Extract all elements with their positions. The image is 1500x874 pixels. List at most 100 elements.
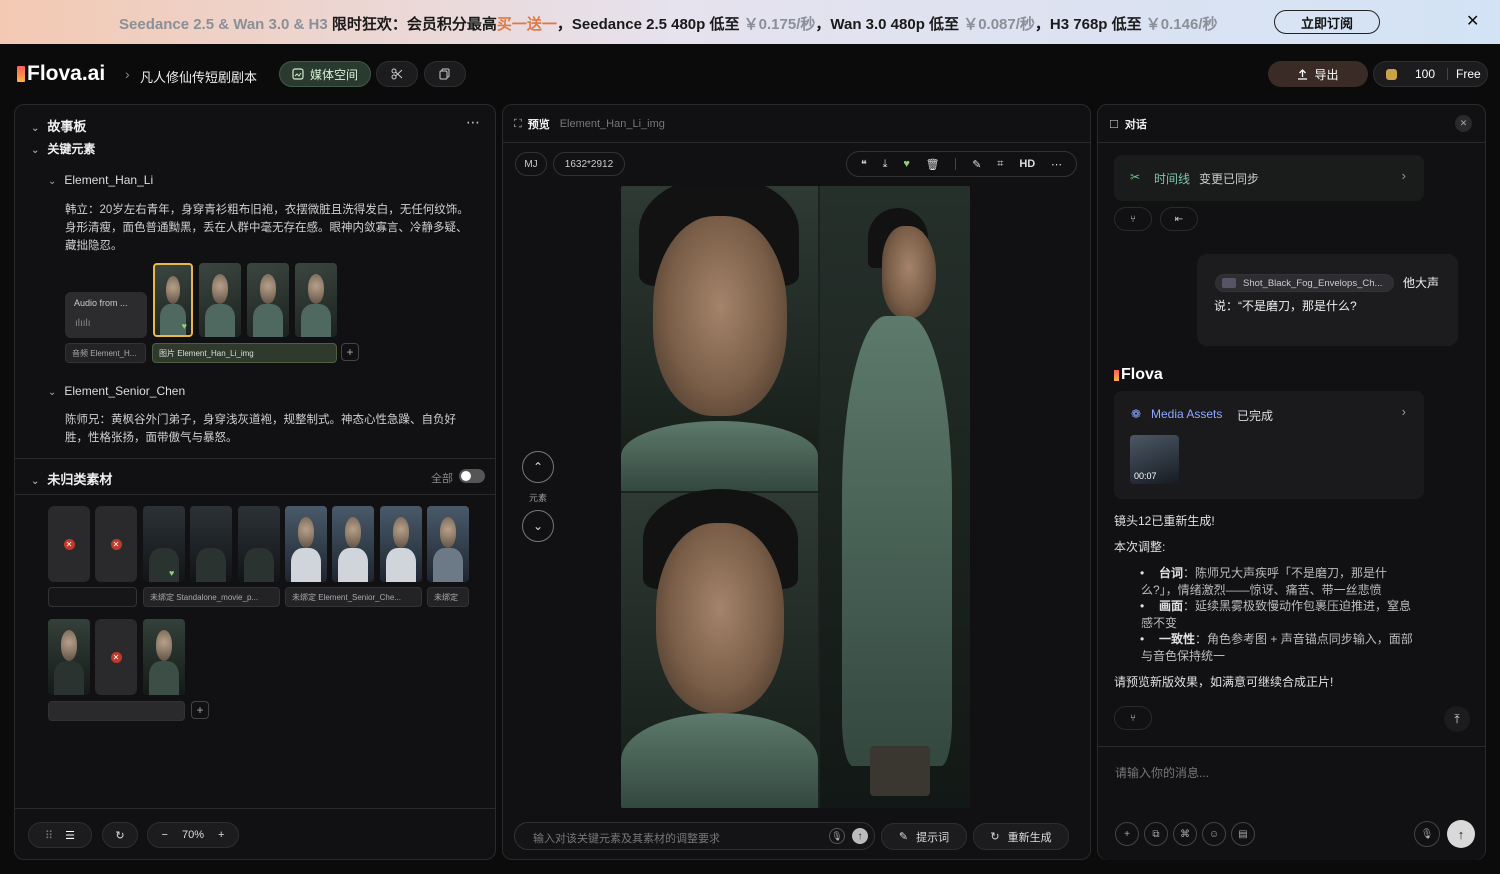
view-toggle[interactable]: ⠿ ☰: [28, 822, 92, 848]
element-label: 元素: [529, 493, 548, 503]
zoom-control[interactable]: −70% +: [147, 822, 239, 848]
trash-icon[interactable]: 🗑: [926, 158, 940, 171]
zoom-out-icon[interactable]: −: [162, 829, 168, 841]
element-description: 韩立：20岁左右青年，身穿青衫粗布旧袍，衣摆微脏且洗得发白，无任何纹饰。身形清瘦…: [65, 204, 469, 252]
branch-button[interactable]: ⑂: [1114, 207, 1152, 231]
close-icon[interactable]: ✕: [1455, 115, 1472, 132]
add-icon[interactable]: +: [1115, 822, 1139, 846]
scissors-button[interactable]: [376, 61, 418, 87]
shot-reference-chip[interactable]: Shot_Black_Fog_Envelops_Ch...: [1215, 274, 1394, 292]
emoji-icon[interactable]: ☺: [1202, 822, 1226, 846]
empty-chip[interactable]: [48, 587, 137, 607]
subscribe-button[interactable]: 立即订阅: [1274, 10, 1380, 34]
element-image-thumb[interactable]: [295, 263, 337, 337]
more-icon[interactable]: ⋯: [1051, 158, 1062, 171]
promo-banner: Seedance 2.5 & Wan 3.0 & H3 限时狂欢：会员积分最高买…: [0, 0, 1500, 44]
video-thumb[interactable]: [427, 506, 469, 582]
storyboard-header[interactable]: ⌄ 故事板: [31, 116, 86, 135]
command-icon[interactable]: ⌘: [1173, 822, 1197, 846]
branch-icon: ⑂: [1130, 712, 1136, 724]
project-title[interactable]: 凡人修仙传短剧剧本: [140, 67, 257, 86]
crop-icon[interactable]: ⌗: [997, 158, 1003, 171]
send-icon[interactable]: ↑: [852, 828, 868, 844]
download-icon[interactable]: ⤓: [883, 158, 888, 171]
unsorted-thumb[interactable]: [190, 506, 232, 582]
branch-button[interactable]: ⑂: [1114, 706, 1152, 730]
portrait-top: [621, 186, 818, 491]
send-button[interactable]: ↑: [1447, 820, 1475, 848]
video-thumb[interactable]: [332, 506, 374, 582]
empty-chip[interactable]: [48, 701, 185, 721]
preview-header: ⛶ 预览 Element_Han_Li_img: [514, 117, 665, 132]
zoom-in-icon[interactable]: +: [218, 829, 224, 841]
unsorted-thumb[interactable]: [238, 506, 280, 582]
refresh-button[interactable]: ↻: [102, 822, 138, 848]
element-han-li-header[interactable]: ⌄ Element_Han_Li: [48, 173, 153, 187]
unsorted-header[interactable]: ⌄ 未归类素材: [31, 469, 112, 488]
scroll-top-button[interactable]: ⤒: [1444, 706, 1470, 732]
timeline-card[interactable]: ✂ 时间线 变更已同步 ›: [1114, 155, 1424, 201]
reply-bullet: • 画面：延续黑雾极致慢动作包裹压迫推进，窒息感不变: [1140, 599, 1412, 630]
rollback-button[interactable]: ⇤: [1160, 207, 1198, 231]
unbound-chip[interactable]: 未绑定: [427, 587, 469, 607]
mic-icon[interactable]: 🎙: [1414, 821, 1440, 847]
element-image-selected[interactable]: ♥: [153, 263, 193, 337]
chevron-down-icon: ⌄: [31, 476, 40, 487]
logo-mark-icon: [1114, 369, 1119, 381]
element-image-thumb[interactable]: [247, 263, 289, 337]
divider: [15, 494, 495, 495]
logo[interactable]: Flova.ai: [17, 62, 105, 86]
chevron-down-icon: ⌄: [31, 123, 40, 134]
failed-asset[interactable]: ✕: [95, 619, 137, 695]
prompt-button[interactable]: ✎ 提示词: [881, 823, 967, 850]
next-button[interactable]: ⌄: [522, 510, 554, 542]
heart-icon[interactable]: ♥: [903, 158, 910, 170]
edit-icon: ✎: [898, 831, 909, 843]
media-space-button[interactable]: 媒体空间: [279, 61, 371, 87]
chevron-right-icon: ›: [1401, 168, 1406, 183]
media-icon[interactable]: ▤: [1231, 822, 1255, 846]
add-icon[interactable]: +: [191, 701, 209, 719]
chevron-down-icon: ⌄: [532, 519, 544, 533]
credits-badge[interactable]: 100 Free: [1373, 61, 1488, 87]
image-toolbar: ❝ ⤓ ♥ 🗑 ✎ ⌗ HD ⋯: [846, 151, 1077, 177]
copy-button[interactable]: [424, 61, 466, 87]
key-elements-header[interactable]: ⌄ 关键元素: [31, 140, 95, 157]
close-icon[interactable]: ✕: [1466, 11, 1479, 31]
video-thumb[interactable]: [380, 506, 422, 582]
unsorted-thumb[interactable]: ♥: [143, 506, 185, 582]
adjust-input[interactable]: 输入对该关键元素及其素材的调整要求 🎙 ↑: [514, 822, 875, 850]
edit-icon[interactable]: ✎: [972, 158, 981, 171]
element-image-thumb[interactable]: [199, 263, 241, 337]
hd-button[interactable]: HD: [1019, 158, 1035, 170]
show-all-toggle[interactable]: [459, 469, 485, 483]
reply-line: 请预览新版效果，如满意可继续合成正片!: [1114, 675, 1334, 689]
media-assets-card[interactable]: ❁ Media Assets 已完成 › 00:07: [1114, 391, 1424, 499]
mic-icon[interactable]: 🎙: [829, 828, 845, 844]
divider: [1098, 142, 1485, 143]
asset-icon[interactable]: ⧉: [1144, 822, 1168, 846]
image-chip[interactable]: 图片 Element_Han_Li_img: [152, 343, 337, 363]
preview-image[interactable]: [621, 186, 970, 808]
video-thumb[interactable]: [48, 619, 90, 695]
audio-asset[interactable]: Audio from ... ılıılı: [65, 292, 147, 338]
add-icon[interactable]: +: [341, 343, 359, 361]
prev-button[interactable]: ⌃: [522, 451, 554, 483]
export-button[interactable]: 导出: [1268, 61, 1368, 87]
video-thumb[interactable]: [143, 619, 185, 695]
scan-icon: ⛶: [514, 117, 522, 130]
audio-chip[interactable]: 音频 Element_H...: [65, 343, 146, 363]
failed-asset[interactable]: ✕: [48, 506, 90, 582]
failed-asset[interactable]: ✕: [95, 506, 137, 582]
unbound-chip[interactable]: 未绑定 Element_Senior_Che...: [285, 587, 422, 607]
error-icon: ✕: [63, 538, 75, 550]
divider: [15, 458, 495, 459]
quote-icon[interactable]: ❝: [861, 158, 867, 171]
more-icon[interactable]: ⋯: [466, 114, 480, 131]
video-thumbnail[interactable]: 00:07: [1130, 435, 1179, 484]
unbound-chip[interactable]: 未绑定 Standalone_movie_p...: [143, 587, 280, 607]
element-senior-chen-header[interactable]: ⌄ Element_Senior_Chen: [48, 384, 185, 398]
video-thumb[interactable]: [285, 506, 327, 582]
regenerate-button[interactable]: ↻ 重新生成: [973, 823, 1069, 850]
promo-text: Seedance 2.5 & Wan 3.0 & H3 限时狂欢：会员积分最高买…: [119, 16, 1218, 33]
